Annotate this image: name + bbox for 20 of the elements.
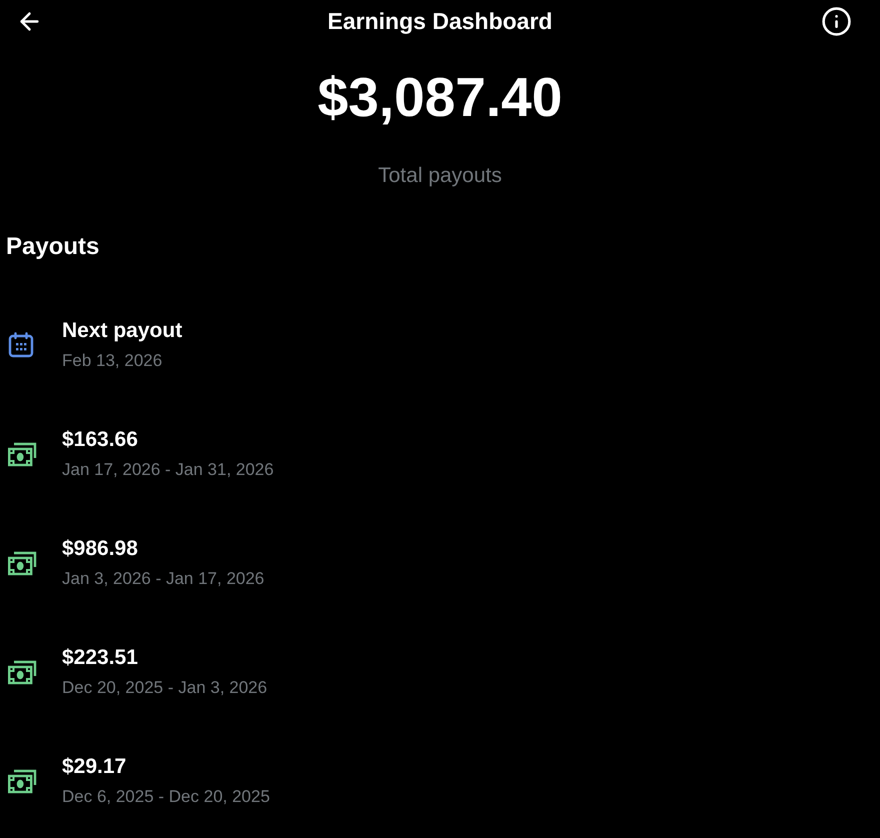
- payout-date: Feb 13, 2026: [62, 350, 164, 372]
- section-heading: Payouts: [6, 232, 100, 262]
- banknotes-icon: [8, 768, 37, 794]
- banknotes-icon: [8, 441, 37, 467]
- payout-title: $163.66: [62, 427, 139, 453]
- total-amount: $3,087.40: [318, 65, 562, 130]
- payout-date: Jan 3, 2026 - Jan 17, 2026: [62, 568, 264, 590]
- payout-title: $29.17: [62, 754, 128, 780]
- info-button[interactable]: [821, 6, 852, 36]
- banknotes-icon: [8, 550, 37, 576]
- payout-title: Next payout: [62, 318, 182, 344]
- payout-title: $223.51: [62, 645, 139, 671]
- banknotes-icon: [8, 659, 37, 685]
- payout-date: Dec 20, 2025 - Jan 3, 2026: [62, 677, 268, 699]
- total-label: Total payouts: [378, 163, 502, 189]
- payout-title: $986.98: [62, 536, 139, 562]
- payout-date: Dec 6, 2025 - Dec 20, 2025: [62, 786, 270, 808]
- payout-date: Jan 17, 2026 - Jan 31, 2026: [62, 459, 274, 481]
- calendar-icon: [8, 332, 34, 358]
- page-title: Earnings Dashboard: [328, 7, 552, 36]
